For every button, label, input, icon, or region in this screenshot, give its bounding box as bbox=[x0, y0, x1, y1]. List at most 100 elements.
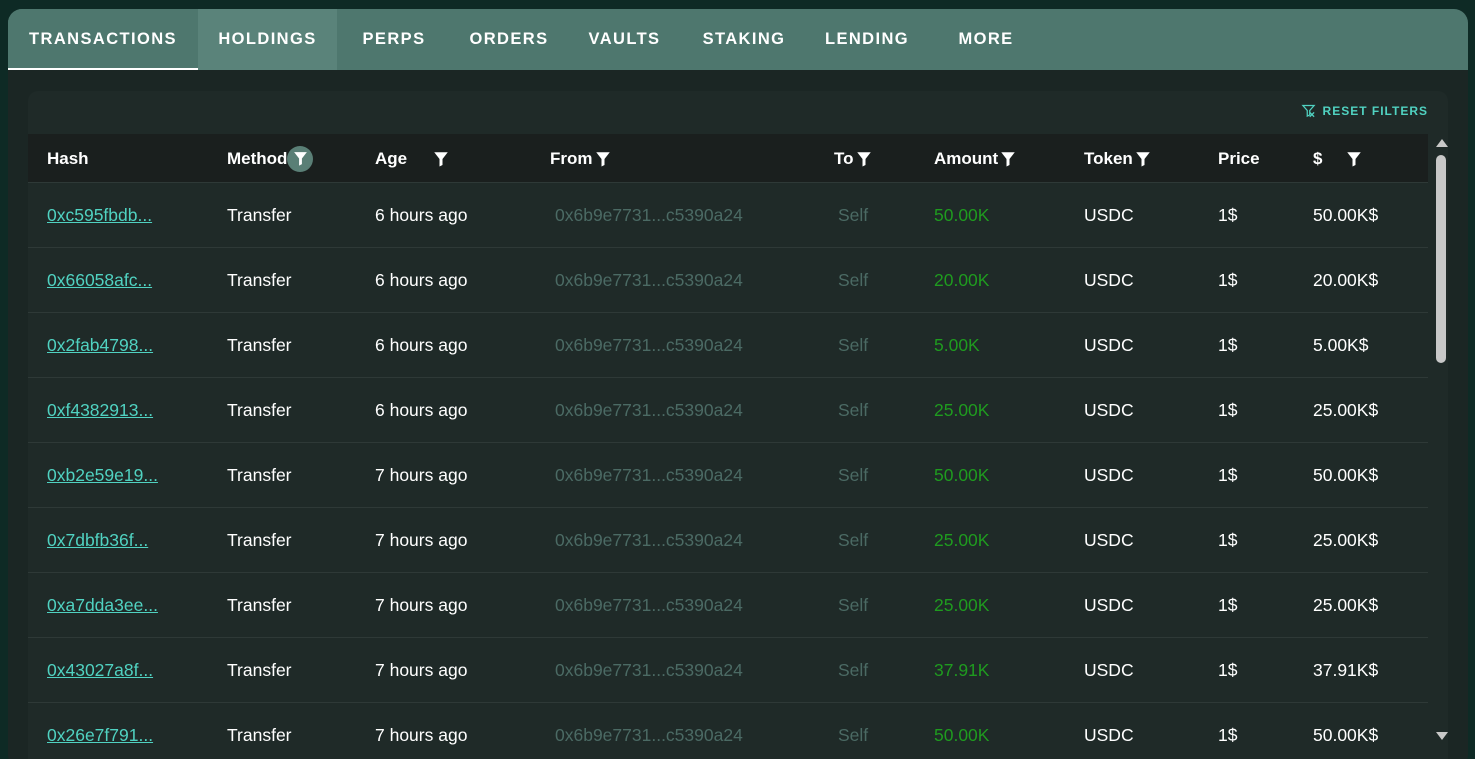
table-row[interactable]: 0xc595fbdb... Transfer 6 hours ago 0x6b9e77… bbox=[28, 183, 1428, 248]
from-cell: 0x6b9e7731...c5390a24 bbox=[555, 269, 743, 290]
from-filter-icon[interactable] bbox=[593, 149, 613, 169]
table-row[interactable]: 0x26e7f791... Transfer 7 hours ago 0x6b9e77… bbox=[28, 703, 1428, 759]
from-cell: 0x6b9e7731...c5390a24 bbox=[555, 529, 743, 550]
hash-link[interactable]: 0xa7dda3ee... bbox=[47, 573, 158, 637]
column-age[interactable]: Age bbox=[375, 134, 451, 183]
from-cell: 0x6b9e7731...c5390a24 bbox=[555, 659, 743, 680]
hash-link[interactable]: 0xb2e59e19... bbox=[47, 443, 158, 507]
amount-cell: 50.00K bbox=[934, 204, 990, 225]
table-row[interactable]: 0x7dbfb36f... Transfer 7 hours ago 0x6b9e77… bbox=[28, 508, 1428, 573]
token-cell: USDC bbox=[1084, 269, 1134, 290]
column-amount[interactable]: Amount bbox=[934, 134, 1018, 183]
value-cell: 50.00K$ bbox=[1313, 204, 1379, 225]
column-from[interactable]: From bbox=[550, 134, 613, 183]
dollar-filter-icon[interactable] bbox=[1344, 149, 1364, 169]
reset-filters-label: RESET FILTERS bbox=[1322, 103, 1428, 118]
column-age-label: Age bbox=[375, 148, 408, 168]
table-body: 0xc595fbdb... Transfer 6 hours ago 0x6b9e77… bbox=[28, 183, 1428, 759]
price-cell: 1$ bbox=[1218, 659, 1238, 680]
hash-link[interactable]: 0x43027a8f... bbox=[47, 638, 153, 702]
tab-transactions[interactable]: TRANSACTIONS bbox=[8, 9, 198, 70]
to-cell: Self bbox=[838, 334, 869, 355]
hash-link[interactable]: 0x26e7f791... bbox=[47, 703, 153, 759]
tab-label: VAULTS bbox=[588, 30, 661, 48]
reset-filters-button[interactable]: RESET FILTERS bbox=[1301, 103, 1428, 118]
age-cell: 6 hours ago bbox=[375, 334, 468, 355]
column-token[interactable]: Token bbox=[1084, 134, 1153, 183]
from-cell: 0x6b9e7731...c5390a24 bbox=[555, 399, 743, 420]
column-dollar-label: $ bbox=[1313, 148, 1323, 168]
from-cell: 0x6b9e7731...c5390a24 bbox=[555, 464, 743, 485]
transactions-card: TRANSACTIONS HOLDINGS PERPS ORDERS VAULTS STA… bbox=[8, 9, 1468, 759]
value-cell: 50.00K$ bbox=[1313, 724, 1379, 745]
value-cell: 37.91K$ bbox=[1313, 659, 1379, 680]
column-from-label: From bbox=[550, 148, 593, 168]
age-cell: 7 hours ago bbox=[375, 724, 468, 745]
token-filter-icon[interactable] bbox=[1133, 149, 1153, 169]
to-cell: Self bbox=[838, 529, 869, 550]
table-row[interactable]: 0xa7dda3ee... Transfer 7 hours ago 0x6b9e77… bbox=[28, 573, 1428, 638]
column-price-label: Price bbox=[1218, 148, 1260, 168]
age-filter-icon[interactable] bbox=[431, 149, 451, 169]
price-cell: 1$ bbox=[1218, 204, 1238, 225]
table-row[interactable]: 0xb2e59e19... Transfer 7 hours ago 0x6b9e77… bbox=[28, 443, 1428, 508]
method-cell: Transfer bbox=[227, 334, 292, 355]
filter-off-icon bbox=[1301, 104, 1316, 118]
vertical-scrollbar[interactable] bbox=[1433, 134, 1448, 754]
to-cell: Self bbox=[838, 464, 869, 485]
column-dollar[interactable]: $ bbox=[1313, 134, 1364, 183]
age-cell: 7 hours ago bbox=[375, 594, 468, 615]
price-cell: 1$ bbox=[1218, 464, 1238, 485]
column-method[interactable]: Method bbox=[227, 134, 314, 183]
method-filter-icon[interactable] bbox=[287, 145, 314, 172]
token-cell: USDC bbox=[1084, 204, 1134, 225]
table-row[interactable]: 0x2fab4798... Transfer 6 hours ago 0x6b9e77… bbox=[28, 313, 1428, 378]
tab-lending[interactable]: LENDING bbox=[806, 9, 928, 70]
column-to[interactable]: To bbox=[834, 134, 874, 183]
to-cell: Self bbox=[838, 269, 869, 290]
amount-cell: 25.00K bbox=[934, 399, 990, 420]
scrollbar-thumb[interactable] bbox=[1436, 155, 1446, 363]
amount-cell: 37.91K bbox=[934, 659, 990, 680]
table-row[interactable]: 0x66058afc... Transfer 6 hours ago 0x6b9e77… bbox=[28, 248, 1428, 313]
column-hash[interactable]: Hash bbox=[47, 134, 89, 183]
to-cell: Self bbox=[838, 399, 869, 420]
token-cell: USDC bbox=[1084, 464, 1134, 485]
tab-more[interactable]: MORE bbox=[928, 9, 1044, 70]
tab-holdings[interactable]: HOLDINGS bbox=[198, 9, 337, 70]
method-cell: Transfer bbox=[227, 269, 292, 290]
hash-link[interactable]: 0xc595fbdb... bbox=[47, 183, 152, 247]
price-cell: 1$ bbox=[1218, 529, 1238, 550]
table-header: Hash Method Age From To Amount Token Pri… bbox=[28, 134, 1428, 183]
token-cell: USDC bbox=[1084, 334, 1134, 355]
amount-cell: 20.00K bbox=[934, 269, 990, 290]
hash-link[interactable]: 0xf4382913... bbox=[47, 378, 153, 442]
hash-link[interactable]: 0x7dbfb36f... bbox=[47, 508, 148, 572]
chevron-down-icon[interactable] bbox=[1436, 732, 1448, 740]
tab-label: STAKING bbox=[702, 30, 786, 48]
tab-bar: TRANSACTIONS HOLDINGS PERPS ORDERS VAULTS STA… bbox=[8, 9, 1468, 70]
amount-cell: 50.00K bbox=[934, 464, 990, 485]
from-cell: 0x6b9e7731...c5390a24 bbox=[555, 724, 743, 745]
price-cell: 1$ bbox=[1218, 594, 1238, 615]
chevron-up-icon[interactable] bbox=[1436, 139, 1448, 147]
amount-filter-icon[interactable] bbox=[998, 149, 1018, 169]
table-row[interactable]: 0x43027a8f... Transfer 7 hours ago 0x6b9e77… bbox=[28, 638, 1428, 703]
tab-vaults[interactable]: VAULTS bbox=[567, 9, 682, 70]
token-cell: USDC bbox=[1084, 724, 1134, 745]
token-cell: USDC bbox=[1084, 594, 1134, 615]
table-row[interactable]: 0xf4382913... Transfer 6 hours ago 0x6b9e77… bbox=[28, 378, 1428, 443]
transactions-table: Hash Method Age From To Amount Token Pri… bbox=[28, 134, 1428, 759]
value-cell: 25.00K$ bbox=[1313, 594, 1379, 615]
tab-label: ORDERS bbox=[469, 30, 549, 48]
tab-perps[interactable]: PERPS bbox=[337, 9, 451, 70]
hash-link[interactable]: 0x66058afc... bbox=[47, 248, 152, 312]
method-cell: Transfer bbox=[227, 659, 292, 680]
method-cell: Transfer bbox=[227, 724, 292, 745]
tab-orders[interactable]: ORDERS bbox=[451, 9, 567, 70]
to-cell: Self bbox=[838, 594, 869, 615]
column-price[interactable]: Price bbox=[1218, 134, 1260, 183]
tab-staking[interactable]: STAKING bbox=[682, 9, 806, 70]
hash-link[interactable]: 0x2fab4798... bbox=[47, 313, 153, 377]
to-filter-icon[interactable] bbox=[854, 149, 874, 169]
